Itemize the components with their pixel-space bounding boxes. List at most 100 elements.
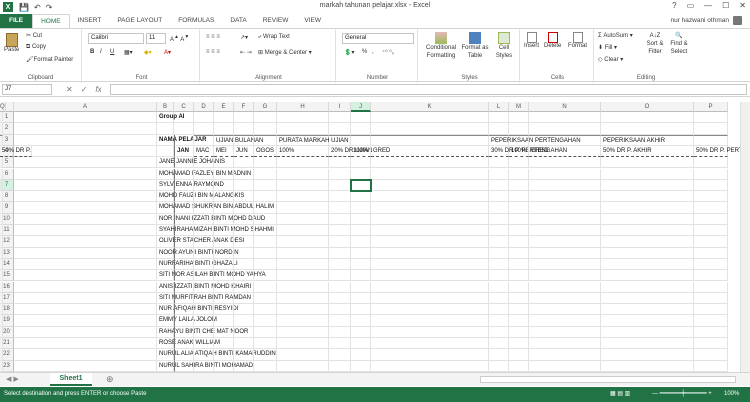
cell-o9[interactable] xyxy=(601,202,694,214)
zoom-slider[interactable]: — ━━━━━━┿━━━━━━ + xyxy=(652,387,712,402)
cell-h21[interactable] xyxy=(277,338,329,350)
cell-f17[interactable] xyxy=(234,292,254,305)
cell-q9[interactable] xyxy=(0,202,3,214)
cell-k17[interactable] xyxy=(371,292,489,305)
cell-o8[interactable] xyxy=(601,191,694,203)
cell-k3[interactable] xyxy=(371,134,489,146)
cell-p6[interactable] xyxy=(694,168,728,180)
find-select-button[interactable]: 🔍 Find & Select xyxy=(668,32,690,56)
cell-b5[interactable]: JANE JANNIE JOHANIS xyxy=(157,157,225,169)
cell-m16[interactable] xyxy=(509,281,529,293)
cancel-icon[interactable]: ✕ xyxy=(66,85,73,94)
cell-n18[interactable] xyxy=(529,304,601,316)
cell-l7[interactable] xyxy=(489,179,509,192)
cell-h5[interactable] xyxy=(277,157,329,169)
cell-h16[interactable] xyxy=(277,281,329,293)
cell-n14[interactable] xyxy=(529,258,601,271)
cell-n3[interactable] xyxy=(529,134,601,146)
cell-p13[interactable] xyxy=(694,247,728,259)
cell-e14[interactable] xyxy=(214,258,234,271)
cell-k18[interactable] xyxy=(371,304,489,316)
help-button[interactable]: ? xyxy=(672,1,676,10)
cell-m13[interactable] xyxy=(509,247,529,259)
cell-b21[interactable]: ROSE ANAK WILLIAM xyxy=(157,338,220,350)
align-left-icon[interactable]: ≡ ≡ ≡ xyxy=(206,49,220,55)
column-header-f[interactable]: F xyxy=(234,102,254,112)
cell-i13[interactable] xyxy=(329,247,351,259)
cell-m5[interactable] xyxy=(509,157,529,169)
cell-g11[interactable] xyxy=(254,225,277,237)
cell-j9[interactable] xyxy=(351,202,371,214)
cell-k9[interactable] xyxy=(371,202,489,214)
cell-c10[interactable] xyxy=(174,213,194,225)
cell-k6[interactable] xyxy=(371,168,489,180)
cell-c4[interactable]: JAN xyxy=(174,145,194,158)
cell-a1[interactable] xyxy=(14,112,157,124)
cell-f22[interactable] xyxy=(234,349,254,361)
cell-p2[interactable] xyxy=(694,123,728,135)
cell-e23[interactable] xyxy=(214,360,234,372)
cell-j13[interactable] xyxy=(351,247,371,259)
cell-f3[interactable] xyxy=(234,134,254,146)
cell-l16[interactable] xyxy=(489,281,509,293)
cell-p14[interactable] xyxy=(694,258,728,271)
cell-k23[interactable] xyxy=(371,360,489,372)
currency-icon[interactable]: 💲▾ xyxy=(344,49,354,56)
cell-k15[interactable] xyxy=(371,270,489,282)
cell-l18[interactable] xyxy=(489,304,509,316)
cell-g2[interactable] xyxy=(254,123,277,135)
cell-l19[interactable] xyxy=(489,315,509,327)
cell-n9[interactable] xyxy=(529,202,601,214)
cell-l14[interactable] xyxy=(489,258,509,271)
insert-cells-button[interactable]: Insert xyxy=(524,32,539,49)
maximize-button[interactable]: ☐ xyxy=(722,1,729,10)
cell-c7[interactable] xyxy=(174,179,194,192)
cell-l22[interactable] xyxy=(489,349,509,361)
cell-h14[interactable] xyxy=(277,258,329,271)
cell-n22[interactable] xyxy=(529,349,601,361)
cell-p16[interactable] xyxy=(694,281,728,293)
cell-i22[interactable] xyxy=(329,349,351,361)
cell-h17[interactable] xyxy=(277,292,329,305)
cell-h10[interactable] xyxy=(277,213,329,225)
cell-l1[interactable] xyxy=(489,112,509,124)
cell-q11[interactable] xyxy=(0,225,3,237)
cell-d11[interactable] xyxy=(194,225,214,237)
cell-a20[interactable] xyxy=(14,326,157,338)
cell-b17[interactable]: SITI NURFITRAH BINTI RAMDAN xyxy=(157,292,251,305)
cell-a9[interactable] xyxy=(14,202,157,214)
cell-c14[interactable] xyxy=(174,258,194,271)
cell-o16[interactable] xyxy=(601,281,694,293)
formula-input[interactable] xyxy=(109,84,747,95)
tab-view[interactable]: VIEW xyxy=(296,14,329,28)
cell-f8[interactable] xyxy=(234,191,254,203)
cell-p8[interactable] xyxy=(694,191,728,203)
cell-q16[interactable] xyxy=(0,281,3,293)
cell-f18[interactable] xyxy=(234,304,254,316)
cell-e15[interactable] xyxy=(214,270,234,282)
cell-c16[interactable] xyxy=(174,281,194,293)
cell-k2[interactable] xyxy=(371,123,489,135)
cell-m7[interactable] xyxy=(509,179,529,192)
cell-m6[interactable] xyxy=(509,168,529,180)
cell-f1[interactable] xyxy=(234,112,254,124)
cell-q21[interactable] xyxy=(0,338,3,350)
autosum-button[interactable]: Σ AutoSum ▾ xyxy=(598,32,633,39)
cell-styles-button[interactable]: Cell Styles xyxy=(492,32,516,60)
cell-d17[interactable] xyxy=(194,292,214,305)
sheet-tab[interactable]: Sheet1 xyxy=(50,373,92,386)
cell-c13[interactable] xyxy=(174,247,194,259)
cell-h6[interactable] xyxy=(277,168,329,180)
cell-d23[interactable] xyxy=(194,360,214,372)
cell-q14[interactable] xyxy=(0,258,3,271)
cell-j15[interactable] xyxy=(351,270,371,282)
cell-q6[interactable] xyxy=(0,168,3,180)
cell-m17[interactable] xyxy=(509,292,529,305)
cell-a13[interactable] xyxy=(14,247,157,259)
cell-i9[interactable] xyxy=(329,202,351,214)
cell-a16[interactable] xyxy=(14,281,157,293)
cell-o3[interactable]: PEPERIKSAAN AKHIR xyxy=(601,134,694,146)
cell-i10[interactable] xyxy=(329,213,351,225)
cell-o10[interactable] xyxy=(601,213,694,225)
cell-a2[interactable] xyxy=(14,123,157,135)
